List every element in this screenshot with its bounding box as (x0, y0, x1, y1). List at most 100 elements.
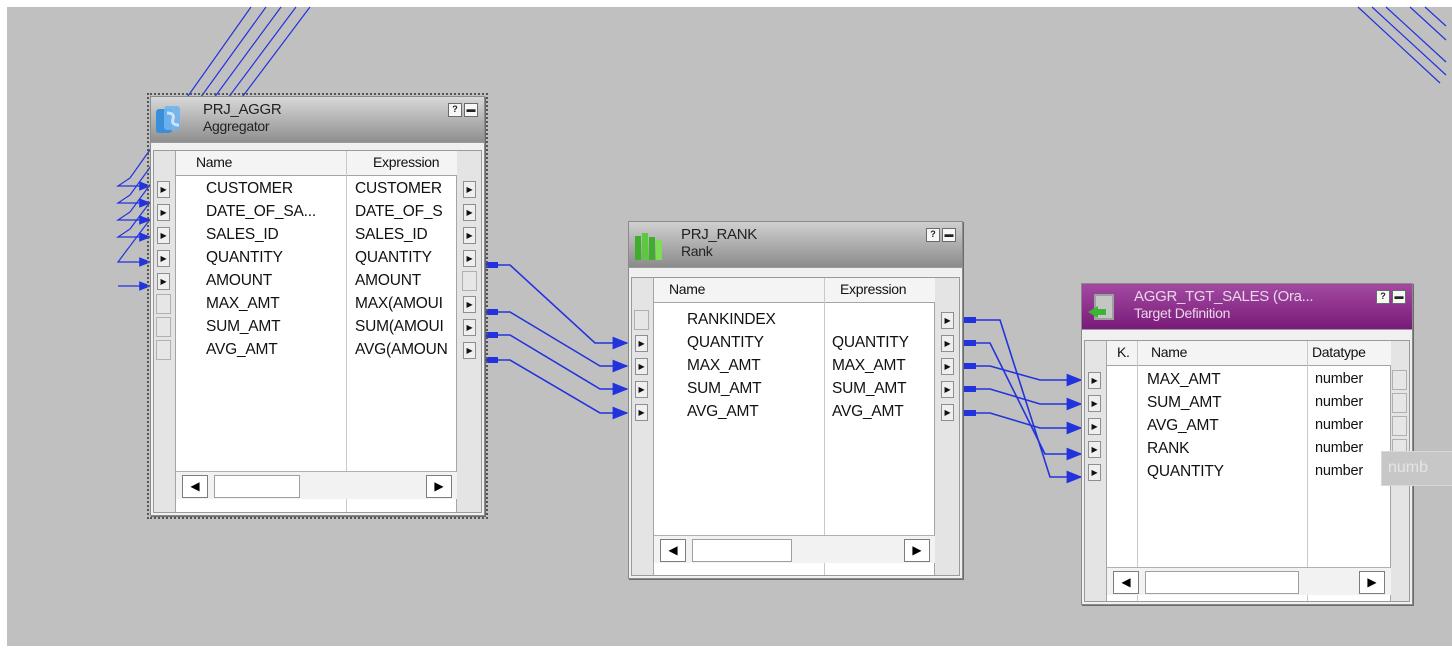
output-port-arrow[interactable]: ▶ (463, 204, 476, 221)
output-port-arrow[interactable]: ▶ (941, 404, 954, 421)
port-name: QUANTITY (687, 334, 764, 351)
port-row[interactable]: ▶ RANK number (1085, 438, 1409, 461)
horizontal-scrollbar[interactable]: ◀ ▶ (176, 471, 457, 499)
port-datatype: number (1315, 394, 1363, 410)
port-row[interactable]: SUM_AMT SUM(AMOUI ▶ (154, 316, 481, 339)
column-header-name[interactable]: Name (1151, 344, 1187, 360)
port-cell (1392, 416, 1407, 436)
port-datatype: number (1315, 417, 1363, 433)
scroll-thumb[interactable] (692, 539, 792, 562)
port-row[interactable]: RANKINDEX ▶ (632, 309, 959, 332)
port-row[interactable]: ▶ QUANTITY QUANTITY ▶ (632, 332, 959, 355)
canvas-bottom-edge (0, 646, 1452, 655)
column-header-key[interactable]: K. (1117, 344, 1130, 360)
input-port-arrow[interactable]: ▶ (635, 404, 648, 421)
port-cell (462, 271, 477, 291)
column-header-name[interactable]: Name (669, 281, 705, 297)
scroll-left-button[interactable]: ◀ (660, 539, 686, 562)
minimize-button[interactable]: ▬ (464, 103, 478, 117)
port-expression: SUM_AMT (832, 380, 907, 397)
output-port-arrow[interactable]: ▶ (941, 358, 954, 375)
rank-transformation[interactable]: PRJ_RANK Rank ? ▬ Name Expression RANKIN… (628, 221, 963, 579)
port-row[interactable]: ▶ QUANTITY number (1085, 461, 1409, 484)
output-port-arrow[interactable]: ▶ (941, 381, 954, 398)
output-port-arrow[interactable]: ▶ (463, 250, 476, 267)
input-port-arrow[interactable]: ▶ (635, 381, 648, 398)
port-row[interactable]: ▶ QUANTITY QUANTITY ▶ (154, 247, 481, 270)
port-cell (1392, 370, 1407, 390)
target-definition[interactable]: AGGR_TGT_SALES (Ora... Target Definition… (1081, 283, 1413, 605)
port-row[interactable]: ▶ MAX_AMT number (1085, 369, 1409, 392)
port-row[interactable]: ▶ AVG_AMT AVG_AMT ▶ (632, 401, 959, 424)
port-row[interactable]: ▶ SALES_ID SALES_ID ▶ (154, 224, 481, 247)
scroll-right-button[interactable]: ▶ (904, 539, 930, 562)
scroll-thumb[interactable] (214, 475, 300, 498)
port-row[interactable]: MAX_AMT MAX(AMOUI ▶ (154, 293, 481, 316)
port-cell (634, 310, 649, 330)
input-port-arrow[interactable]: ▶ (157, 204, 170, 221)
input-port-arrow[interactable]: ▶ (635, 335, 648, 352)
port-row[interactable]: ▶ AVG_AMT number (1085, 415, 1409, 438)
column-header-row: Name Expression (176, 151, 457, 176)
port-datatype: number (1315, 440, 1363, 456)
scroll-left-button[interactable]: ◀ (182, 475, 208, 498)
column-header-expression[interactable]: Expression (373, 154, 440, 170)
output-port-arrow[interactable]: ▶ (463, 296, 476, 313)
input-port-arrow[interactable]: ▶ (1088, 372, 1101, 389)
scroll-right-button[interactable]: ▶ (1359, 571, 1385, 594)
port-expression: MAX(AMOUI (355, 295, 443, 312)
scroll-thumb[interactable] (1145, 571, 1299, 594)
input-port-arrow[interactable]: ▶ (157, 250, 170, 267)
rank-icon (635, 233, 662, 260)
output-port-arrow[interactable]: ▶ (941, 335, 954, 352)
input-port-arrow[interactable]: ▶ (1088, 418, 1101, 435)
port-expression: AVG(AMOUN (355, 341, 448, 358)
aggregator-icon (156, 106, 180, 133)
mapping-canvas[interactable]: PRJ_AGGR Aggregator ? ▬ Name Expression … (0, 0, 1452, 655)
minimize-button[interactable]: ▬ (942, 228, 956, 242)
output-port-arrow[interactable]: ▶ (463, 181, 476, 198)
port-name: SALES_ID (206, 226, 279, 243)
port-row[interactable]: ▶ CUSTOMER CUSTOMER ▶ (154, 178, 481, 201)
port-row[interactable]: ▶ SUM_AMT number (1085, 392, 1409, 415)
port-grid[interactable]: Name Expression RANKINDEX ▶ ▶ QUANTITY Q… (631, 277, 960, 576)
rank-header[interactable]: PRJ_RANK Rank ? ▬ (629, 222, 962, 268)
horizontal-scrollbar[interactable]: ◀ ▶ (1107, 567, 1391, 595)
input-port-arrow[interactable]: ▶ (1088, 464, 1101, 481)
help-button[interactable]: ? (448, 103, 462, 117)
port-cell (1392, 393, 1407, 413)
output-port-arrow[interactable]: ▶ (463, 227, 476, 244)
target-icon (1088, 294, 1114, 320)
port-row[interactable]: ▶ MAX_AMT MAX_AMT ▶ (632, 355, 959, 378)
scroll-left-button[interactable]: ◀ (1113, 571, 1139, 594)
input-port-arrow[interactable]: ▶ (157, 227, 170, 244)
input-port-arrow[interactable]: ▶ (1088, 395, 1101, 412)
output-port-arrow[interactable]: ▶ (941, 312, 954, 329)
port-row[interactable]: AVG_AMT AVG(AMOUN ▶ (154, 339, 481, 362)
output-port-arrow[interactable]: ▶ (463, 319, 476, 336)
minimize-button[interactable]: ▬ (1392, 290, 1406, 304)
input-port-arrow[interactable]: ▶ (1088, 441, 1101, 458)
port-grid[interactable]: Name Expression ▶ CUSTOMER CUSTOMER ▶ ▶ … (153, 150, 482, 513)
input-port-arrow[interactable]: ▶ (157, 181, 170, 198)
input-port-arrow[interactable]: ▶ (157, 273, 170, 290)
horizontal-scrollbar[interactable]: ◀ ▶ (654, 535, 935, 563)
output-port-arrow[interactable]: ▶ (463, 342, 476, 359)
port-row[interactable]: ▶ SUM_AMT SUM_AMT ▶ (632, 378, 959, 401)
column-header-datatype[interactable]: Datatype (1312, 344, 1366, 360)
aggregator-header[interactable]: PRJ_AGGR Aggregator ? ▬ (151, 97, 484, 143)
aggregator-transformation[interactable]: PRJ_AGGR Aggregator ? ▬ Name Expression … (147, 93, 488, 519)
port-row[interactable]: ▶ DATE_OF_SA... DATE_OF_S ▶ (154, 201, 481, 224)
column-header-name[interactable]: Name (196, 154, 232, 170)
port-name: AVG_AMT (1147, 417, 1219, 434)
port-grid[interactable]: K. Name Datatype ▶ MAX_AMT number ▶ SUM_… (1084, 340, 1410, 602)
port-name: CUSTOMER (206, 180, 293, 197)
port-name: MAX_AMT (206, 295, 280, 312)
help-button[interactable]: ? (1376, 290, 1390, 304)
column-header-expression[interactable]: Expression (840, 281, 907, 297)
target-header[interactable]: AGGR_TGT_SALES (Ora... Target Definition… (1082, 284, 1412, 330)
port-row[interactable]: ▶ AMOUNT AMOUNT (154, 270, 481, 293)
scroll-right-button[interactable]: ▶ (426, 475, 452, 498)
input-port-arrow[interactable]: ▶ (635, 358, 648, 375)
help-button[interactable]: ? (926, 228, 940, 242)
